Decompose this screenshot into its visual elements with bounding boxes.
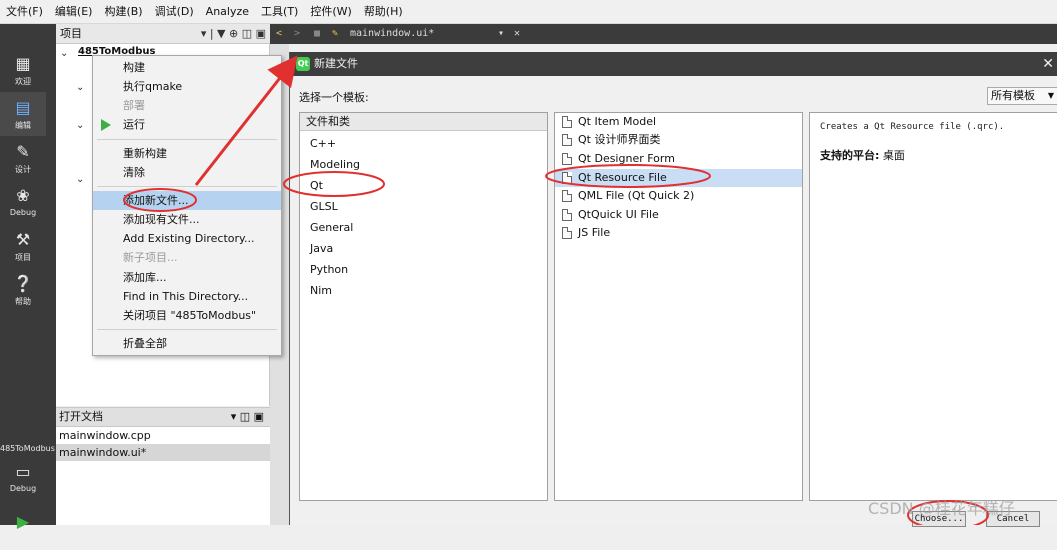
watermark: CSDN @桂花年糕仔 [868,499,1015,518]
annotation-ellipse-resource [545,164,711,188]
annotation-ellipse-qt [283,171,385,197]
annotation-ellipse-add-file [123,188,197,212]
annotation-arrow [194,55,298,186]
annotation-overlay [123,55,989,525]
